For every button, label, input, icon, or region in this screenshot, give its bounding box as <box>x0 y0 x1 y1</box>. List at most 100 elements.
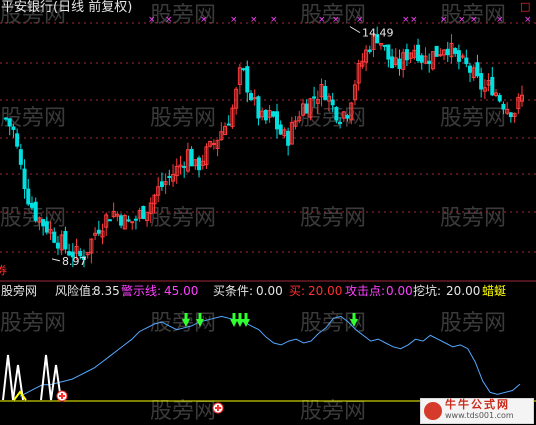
candle[interactable] <box>59 230 64 256</box>
candle[interactable] <box>22 159 27 199</box>
candle[interactable] <box>252 89 257 106</box>
candle[interactable] <box>412 44 417 60</box>
candle[interactable] <box>508 111 513 123</box>
candle[interactable] <box>464 49 469 68</box>
candle[interactable] <box>171 164 176 187</box>
candle[interactable] <box>367 45 372 54</box>
candle[interactable] <box>438 48 443 57</box>
candle[interactable] <box>18 143 23 170</box>
candle[interactable] <box>115 211 120 222</box>
candle[interactable] <box>100 223 105 245</box>
candle[interactable] <box>89 238 94 264</box>
candle[interactable] <box>404 43 409 66</box>
candle[interactable] <box>234 86 239 115</box>
candle[interactable] <box>256 95 261 126</box>
candle[interactable] <box>208 140 213 148</box>
candle[interactable] <box>453 47 458 57</box>
candle[interactable] <box>193 159 198 170</box>
candle[interactable] <box>156 177 161 203</box>
candle[interactable] <box>468 62 473 83</box>
chart-canvas[interactable]: 股旁网 股旁网 股旁网 股旁网股旁网 股旁网 股旁网 股旁网股旁网 股旁网 股旁网 股旁网股旁网股… <box>0 0 536 425</box>
candle[interactable] <box>360 53 365 69</box>
candle[interactable] <box>482 79 487 100</box>
candle[interactable] <box>323 79 328 101</box>
candle[interactable] <box>445 41 450 62</box>
candle[interactable] <box>215 139 220 157</box>
candle[interactable] <box>145 211 150 227</box>
candle[interactable] <box>408 52 413 64</box>
candle[interactable] <box>15 128 20 149</box>
candle[interactable] <box>182 161 187 178</box>
candle[interactable] <box>241 67 246 72</box>
candle[interactable] <box>263 109 268 124</box>
candle[interactable] <box>378 42 383 50</box>
candle[interactable] <box>26 179 31 206</box>
candle[interactable] <box>33 197 38 223</box>
candle[interactable] <box>141 205 146 220</box>
candle[interactable] <box>505 102 510 116</box>
candle[interactable] <box>427 53 432 73</box>
candle[interactable] <box>137 207 142 222</box>
candle[interactable] <box>497 93 502 103</box>
candle[interactable] <box>122 213 127 230</box>
candle[interactable] <box>293 115 298 130</box>
candle[interactable] <box>434 45 439 57</box>
candle[interactable] <box>126 215 131 223</box>
candle[interactable] <box>226 115 231 126</box>
candle[interactable] <box>416 38 421 64</box>
candle[interactable] <box>356 59 361 91</box>
candle[interactable] <box>260 107 265 121</box>
candle[interactable] <box>249 90 254 102</box>
candle[interactable] <box>520 85 524 107</box>
candle[interactable] <box>267 105 272 123</box>
candle[interactable] <box>104 212 109 236</box>
candle[interactable] <box>494 88 499 98</box>
candle[interactable] <box>96 220 101 237</box>
candle[interactable] <box>178 155 183 175</box>
candle[interactable] <box>390 48 395 69</box>
candle[interactable] <box>423 47 428 65</box>
candle[interactable] <box>479 67 484 98</box>
candle[interactable] <box>352 80 357 106</box>
corner-marker[interactable]: □ <box>520 0 530 13</box>
candle[interactable] <box>516 93 521 114</box>
candle[interactable] <box>278 120 283 135</box>
candle[interactable] <box>386 44 391 68</box>
candle[interactable] <box>204 143 209 169</box>
candle[interactable] <box>274 103 279 139</box>
candle[interactable] <box>393 48 398 67</box>
candle[interactable] <box>119 213 124 229</box>
candle[interactable] <box>401 48 406 78</box>
candle[interactable] <box>133 215 138 230</box>
candle[interactable] <box>211 139 216 150</box>
candle[interactable] <box>308 97 313 121</box>
candle[interactable] <box>419 53 424 70</box>
candle[interactable] <box>364 45 369 72</box>
candle[interactable] <box>185 142 190 173</box>
candle[interactable] <box>449 34 454 64</box>
candle[interactable] <box>159 172 164 191</box>
candle[interactable] <box>93 227 98 241</box>
candle[interactable] <box>219 122 224 141</box>
candle[interactable] <box>174 158 179 184</box>
candle[interactable] <box>55 236 60 255</box>
candle[interactable] <box>475 54 480 78</box>
candle[interactable] <box>197 155 202 178</box>
candle[interactable] <box>490 67 495 97</box>
candle[interactable] <box>230 104 235 129</box>
candle[interactable] <box>245 60 250 103</box>
candle[interactable] <box>456 44 461 70</box>
candle[interactable] <box>382 44 387 51</box>
candle[interactable] <box>163 173 168 194</box>
candle[interactable] <box>397 49 402 76</box>
candle[interactable] <box>107 218 112 222</box>
candle[interactable] <box>286 127 291 156</box>
candle[interactable] <box>442 49 447 61</box>
candle[interactable] <box>282 127 287 139</box>
candle[interactable] <box>312 86 317 108</box>
candle[interactable] <box>289 116 294 145</box>
candle[interactable] <box>200 154 205 170</box>
candle[interactable] <box>460 53 465 60</box>
candle[interactable] <box>189 146 194 167</box>
candle[interactable] <box>430 51 435 71</box>
